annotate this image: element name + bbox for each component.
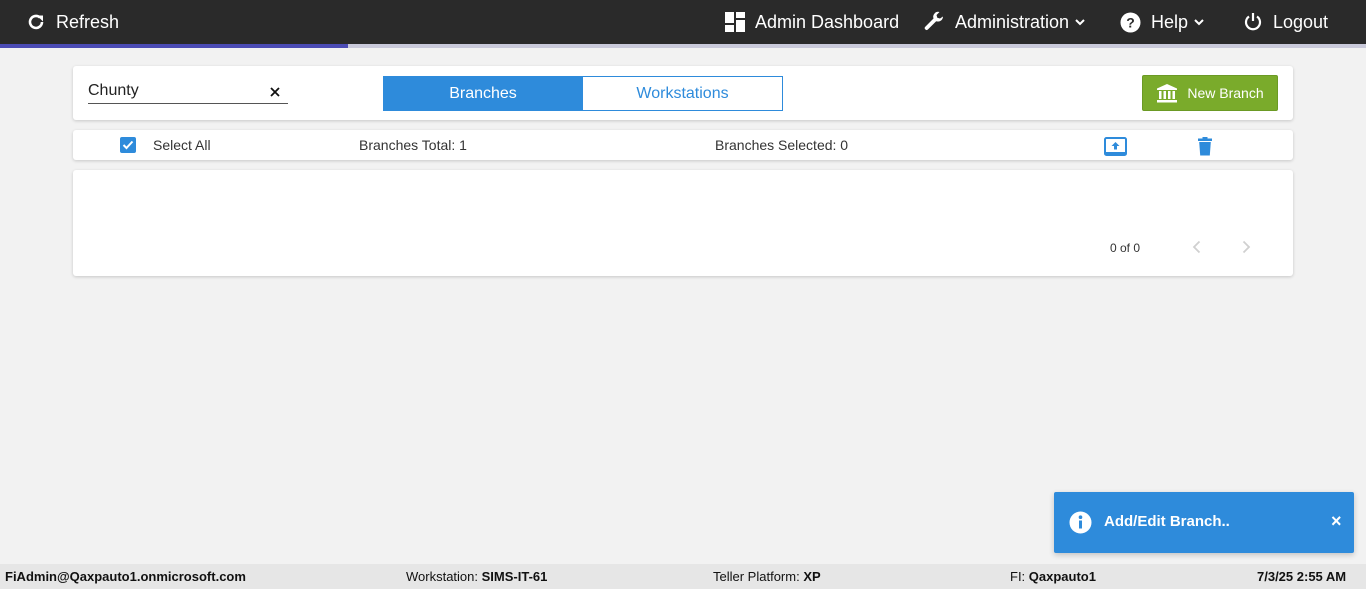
help-menu[interactable]: ? Help [1120, 0, 1205, 44]
loading-progress-fill [0, 44, 349, 48]
refresh-label: Refresh [56, 11, 120, 32]
logout-label: Logout [1273, 11, 1329, 32]
toast-message: Add/Edit Branch.. [1104, 513, 1230, 530]
branches-total: Branches Total: 1 [359, 137, 467, 153]
branches-selected: Branches Selected: 0 [715, 137, 849, 153]
logout-button[interactable]: Logout [1243, 0, 1328, 44]
close-icon[interactable] [267, 84, 283, 100]
new-branch-label: New Branch [1187, 85, 1264, 101]
trash-icon[interactable] [1198, 137, 1212, 161]
chevron-down-icon [1074, 16, 1086, 28]
wrench-icon [923, 11, 945, 33]
branch-list-toolbar: Select All Branches Total: 1 Branches Se… [73, 130, 1293, 160]
status-workstation: Workstation: SIMS-IT-61 [406, 569, 548, 584]
status-datetime: 7/3/25 2:55 AM [1257, 569, 1347, 584]
status-teller-platform: Teller Platform: XP [713, 569, 821, 584]
admin-dashboard-label: Admin Dashboard [755, 11, 900, 32]
help-circle-icon: ? [1120, 12, 1141, 33]
search-field [88, 80, 288, 104]
chevron-left-icon[interactable] [1192, 240, 1202, 259]
bank-icon [1156, 83, 1178, 103]
select-all-label[interactable]: Select All [153, 137, 211, 153]
chevron-down-icon [1193, 16, 1205, 28]
administration-menu[interactable]: Administration [923, 0, 1086, 44]
administration-label: Administration [955, 11, 1070, 32]
status-user: FiAdmin@Qaxpauto1.onmicrosoft.com [5, 569, 246, 584]
status-bar: FiAdmin@Qaxpauto1.onmicrosoft.com Workst… [0, 564, 1366, 589]
help-label: Help [1151, 11, 1189, 32]
info-icon [1069, 511, 1092, 539]
admin-dashboard-link[interactable]: Admin Dashboard [725, 0, 899, 44]
top-nav-bar: Refresh Admin Dashboard Administration ?… [0, 0, 1366, 48]
branch-list: 0 of 0 [73, 170, 1293, 276]
status-fi: FI: Qaxpauto1 [1010, 569, 1096, 584]
loading-progress-bar [0, 44, 1366, 48]
notification-toast: Add/Edit Branch.. × [1054, 492, 1354, 553]
svg-text:?: ? [1126, 14, 1135, 30]
chevron-right-icon[interactable] [1241, 240, 1251, 259]
branch-search-panel: Branches Workstations New Branch [73, 66, 1293, 120]
refresh-icon [26, 12, 46, 32]
dashboard-icon [725, 12, 745, 32]
power-icon [1243, 12, 1263, 32]
search-input[interactable] [88, 80, 263, 102]
toast-close-button[interactable]: × [1331, 511, 1342, 532]
tab-workstations[interactable]: Workstations [582, 76, 783, 111]
new-branch-button[interactable]: New Branch [1142, 75, 1278, 111]
refresh-button[interactable]: Refresh [26, 0, 119, 44]
select-all-checkbox[interactable] [120, 137, 136, 153]
tab-branches[interactable]: Branches [383, 76, 583, 111]
upload-icon[interactable] [1104, 137, 1127, 161]
pagination-range: 0 of 0 [1110, 241, 1141, 255]
